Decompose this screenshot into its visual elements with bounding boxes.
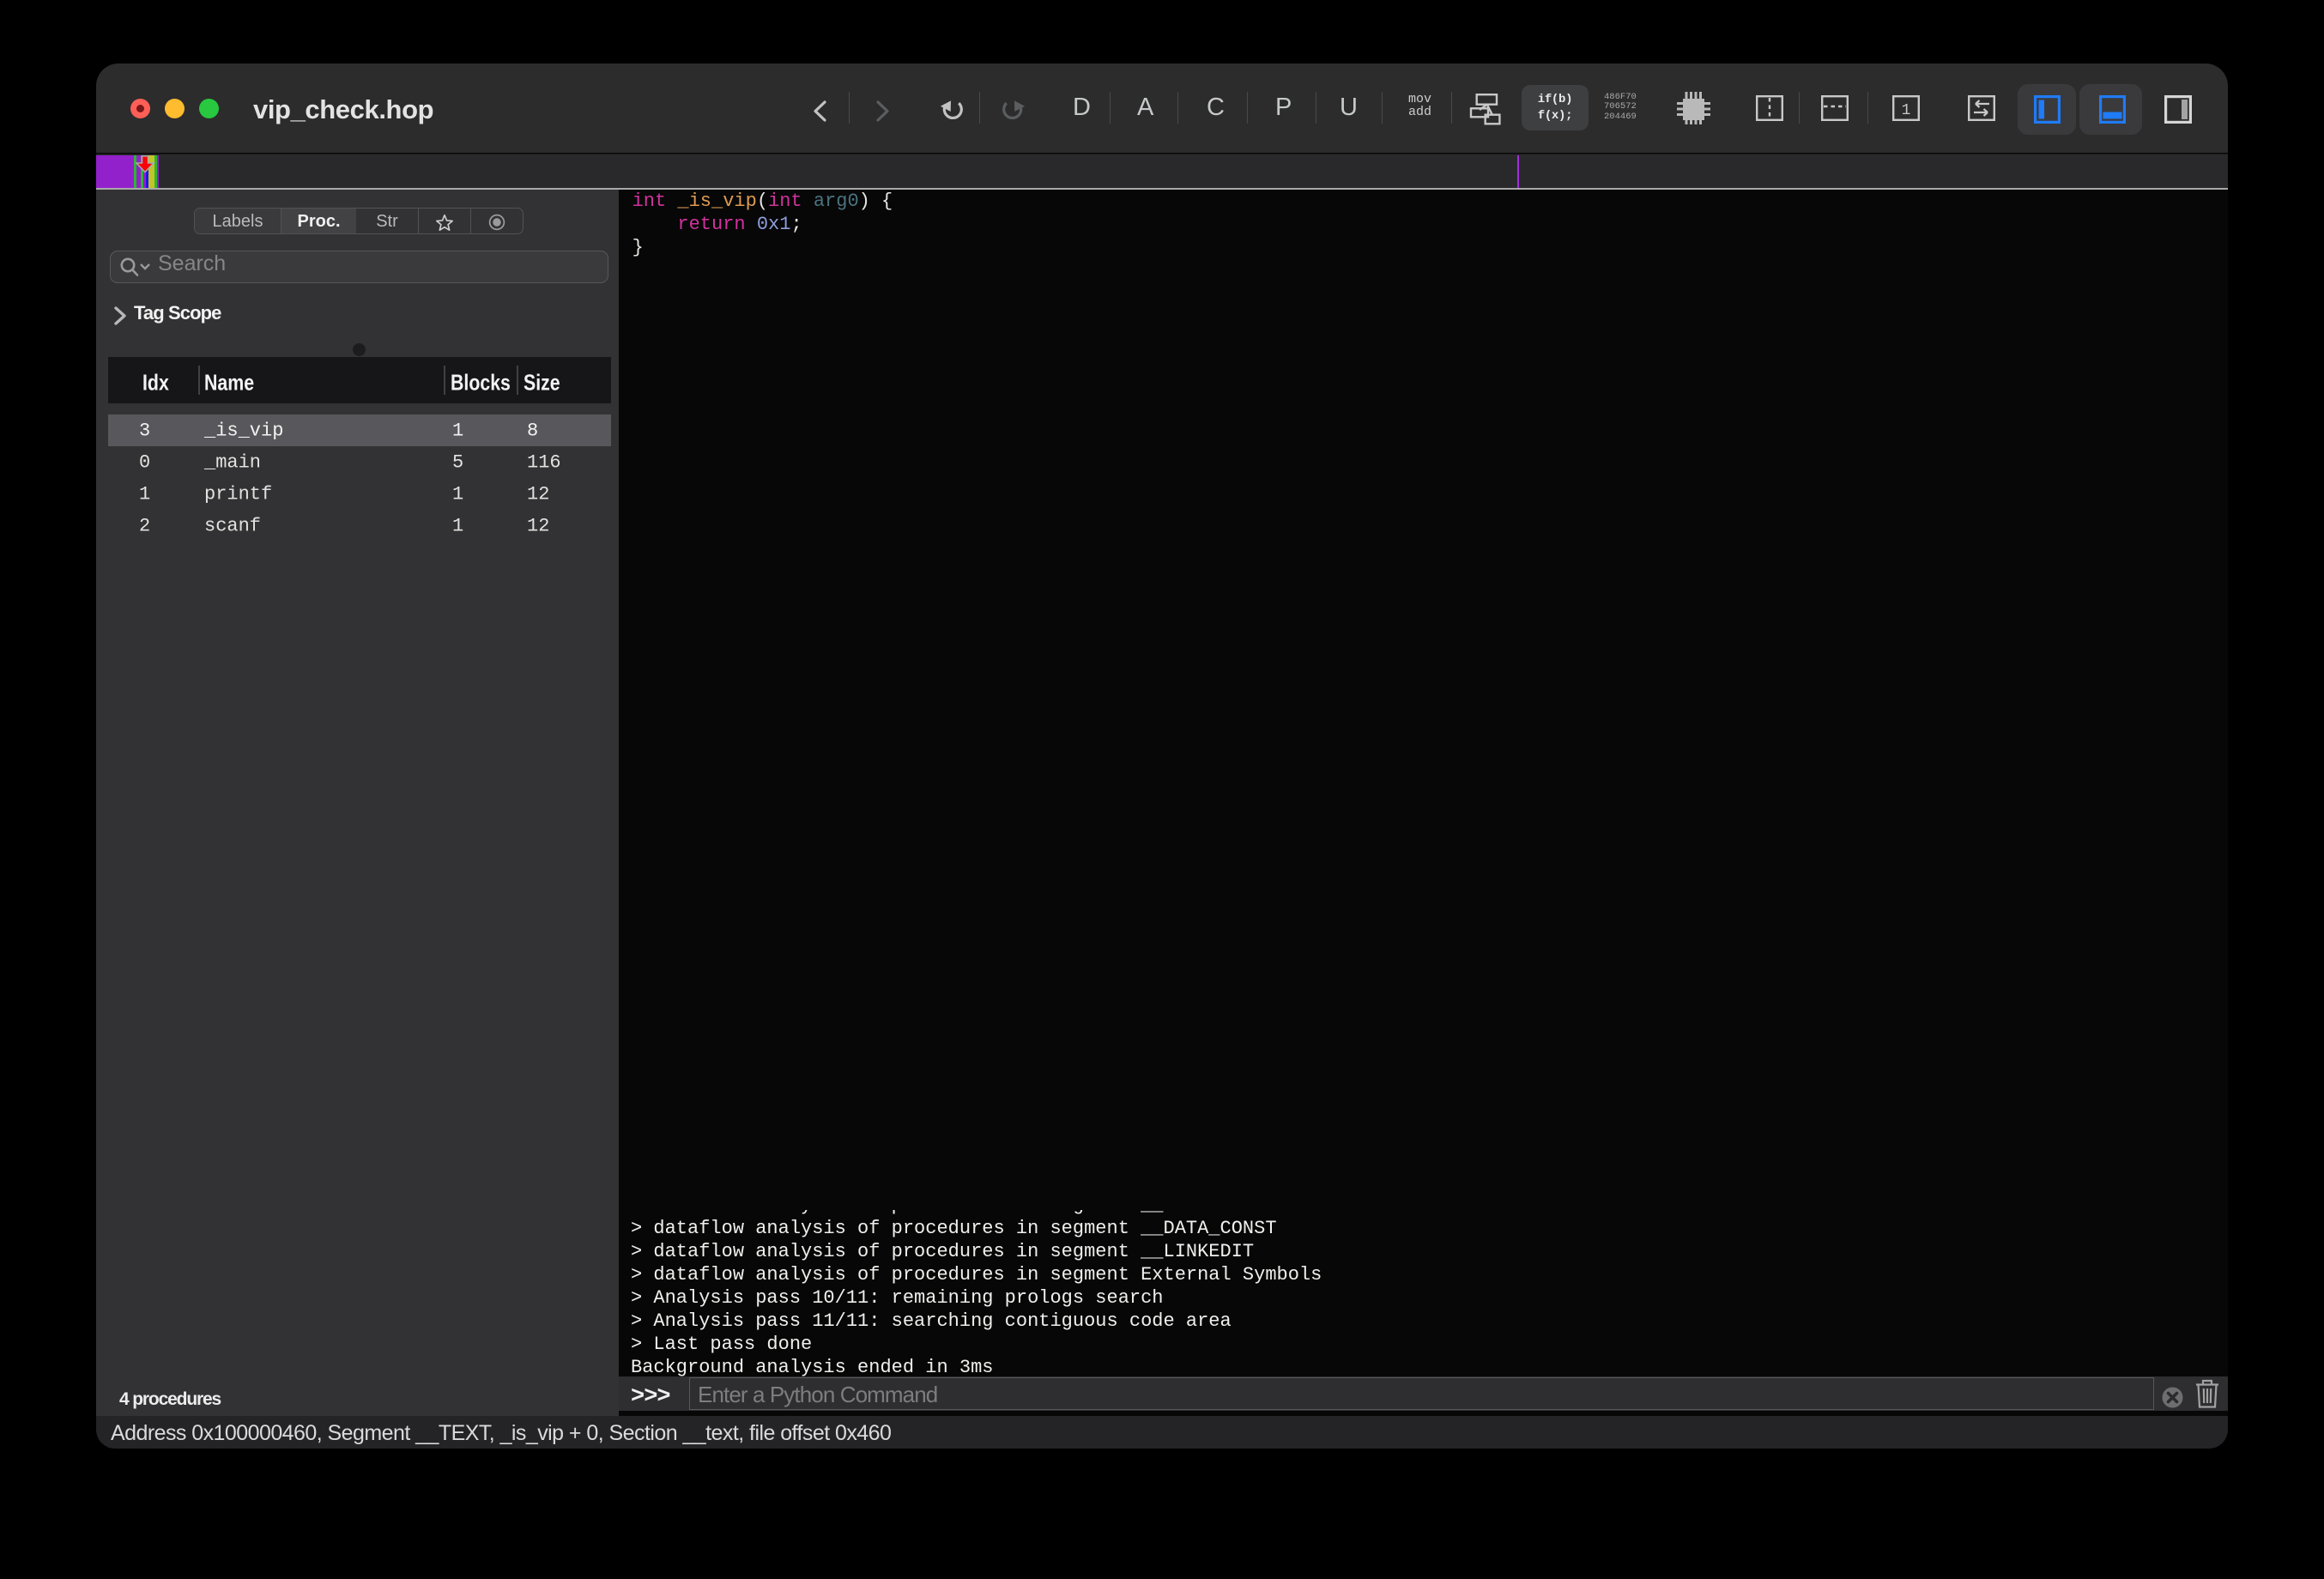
svg-text:1: 1 xyxy=(1902,102,1911,119)
